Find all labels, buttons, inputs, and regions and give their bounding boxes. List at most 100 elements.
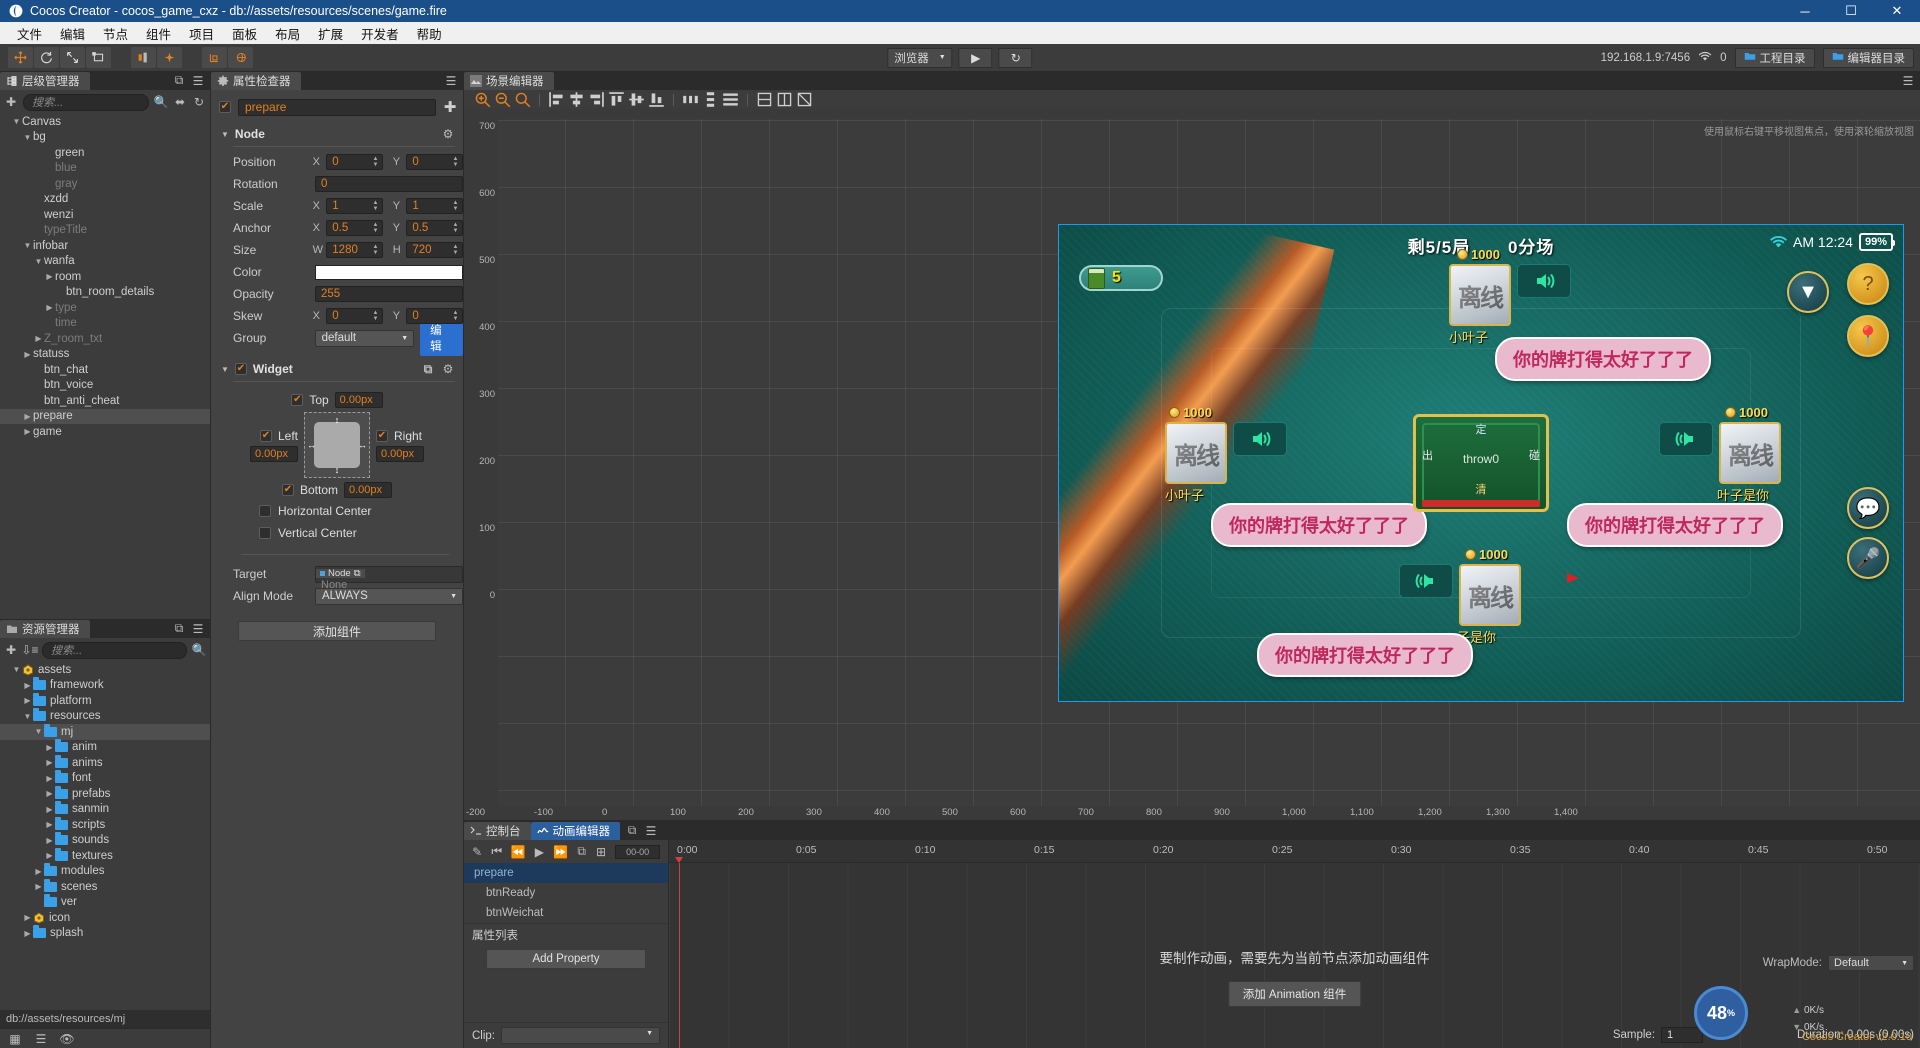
chevron-down-icon[interactable]: [33, 727, 44, 736]
timeline-body[interactable]: 要制作动画，需要先为当前节点添加动画组件 添加 Animation 组件 Wra…: [669, 857, 1920, 1048]
opacity-input[interactable]: 255: [315, 286, 463, 302]
distribute-h-icon[interactable]: [682, 92, 699, 107]
menu-item-extension[interactable]: 扩展: [309, 22, 352, 45]
asset-node-scripts[interactable]: scripts: [0, 816, 210, 833]
preview-target-select[interactable]: 浏览器 ▼: [887, 47, 953, 68]
refresh-button[interactable]: ↻: [998, 47, 1033, 68]
chevron-right-icon[interactable]: [22, 350, 33, 359]
world-coord-icon[interactable]: [228, 47, 253, 68]
hierarchy-node-z_room_txt[interactable]: Z_room_txt: [0, 331, 210, 347]
wrapmode-select[interactable]: Default: [1828, 955, 1914, 971]
tab-scene-editor[interactable]: 场景编辑器: [464, 72, 554, 90]
widget-right-input[interactable]: 0.00px: [376, 445, 424, 462]
help-icon[interactable]: ⧉: [421, 362, 435, 376]
play-button[interactable]: ▶: [958, 47, 993, 68]
chevron-right-icon[interactable]: [22, 913, 33, 922]
gizmo-1-icon[interactable]: [756, 92, 773, 107]
animation-row-btnready[interactable]: btnReady: [464, 883, 668, 903]
position-y-input[interactable]: 0 ▲ ▼: [406, 154, 463, 170]
widget-left-checkbox[interactable]: [259, 429, 272, 442]
chevron-right-icon[interactable]: [22, 929, 33, 938]
asset-node-prefabs[interactable]: prefabs: [0, 785, 210, 802]
menu-item-help[interactable]: 帮助: [408, 22, 451, 45]
add-property-button[interactable]: Add Property: [486, 949, 646, 969]
asset-node-framework[interactable]: framework: [0, 677, 210, 694]
expand-icon[interactable]: ⬌: [173, 95, 187, 109]
popout-icon[interactable]: ⧉: [172, 73, 186, 88]
seat-top-avatar[interactable]: 离线: [1449, 264, 1511, 326]
hierarchy-node-btn_room_details[interactable]: btn_room_details: [0, 285, 210, 301]
chevron-right-icon[interactable]: [44, 303, 55, 312]
stepper-icon[interactable]: ▲ ▼: [450, 221, 461, 235]
chevron-right-icon[interactable]: [22, 412, 33, 421]
rotation-input[interactable]: 0: [315, 176, 463, 192]
chevron-right-icon[interactable]: [33, 867, 44, 876]
chevron-right-icon[interactable]: [33, 882, 44, 891]
popout-icon[interactable]: ⧉: [577, 844, 587, 859]
align-center-h-icon[interactable]: [568, 92, 585, 107]
edit-icon[interactable]: ✎: [472, 845, 482, 859]
list-view-icon[interactable]: ☰: [34, 1032, 48, 1046]
chevron-down-icon[interactable]: [22, 712, 33, 721]
menu-icon[interactable]: ☰: [1901, 74, 1915, 88]
asset-node-resources[interactable]: resources: [0, 708, 210, 725]
asset-node-assets[interactable]: assets: [0, 662, 210, 678]
seat-top-voice-button[interactable]: [1517, 264, 1571, 298]
tab-hierarchy[interactable]: 层级管理器: [0, 72, 90, 90]
rect-tool-icon[interactable]: [86, 47, 111, 68]
chevron-right-icon[interactable]: [22, 427, 33, 436]
search-icon[interactable]: 🔍: [154, 95, 169, 109]
scale-tool-icon[interactable]: [60, 47, 85, 68]
button-microphone[interactable]: 🎤: [1847, 537, 1889, 579]
hierarchy-node-prepare[interactable]: prepare: [0, 408, 210, 424]
next-frame-icon[interactable]: ⏩: [553, 845, 568, 859]
hierarchy-node-btn_anti_cheat[interactable]: btn_anti_cheat: [0, 393, 210, 409]
gizmo-3-icon[interactable]: [796, 92, 813, 107]
chevron-down-icon[interactable]: [33, 257, 44, 266]
hierarchy-node-gray[interactable]: gray: [0, 176, 210, 192]
asset-node-sounds[interactable]: sounds: [0, 832, 210, 849]
stepper-icon[interactable]: ▲ ▼: [450, 199, 461, 213]
stepper-icon[interactable]: ▲ ▼: [370, 221, 381, 235]
hierarchy-node-room[interactable]: room: [0, 269, 210, 285]
menu-item-panel[interactable]: 面板: [223, 22, 266, 45]
asset-node-modules[interactable]: modules: [0, 863, 210, 880]
node-name-input[interactable]: prepare: [238, 98, 436, 116]
stepper-icon[interactable]: ▲ ▼: [370, 309, 381, 323]
widget-top-checkbox[interactable]: [291, 394, 304, 406]
widget-enabled-checkbox[interactable]: [234, 363, 247, 375]
chevron-right-icon[interactable]: [44, 836, 55, 845]
color-swatch[interactable]: [315, 264, 463, 280]
hierarchy-node-wenzi[interactable]: wenzi: [0, 207, 210, 223]
align-top-icon[interactable]: [608, 92, 625, 107]
hierarchy-node-xzdd[interactable]: xzdd: [0, 192, 210, 208]
sort-icon[interactable]: ⇩≡: [21, 643, 38, 657]
minimize-button[interactable]: ─: [1782, 0, 1828, 22]
button-location[interactable]: 📍: [1847, 315, 1889, 357]
menu-item-file[interactable]: 文件: [8, 22, 51, 45]
add-component-button[interactable]: 添加组件: [238, 621, 436, 641]
timeline-ruler[interactable]: 0:00 0:05 0:10 0:15 0:20 0:25 0:30 0:35 0:40 0:45…: [669, 840, 1920, 863]
hierarchy-node-canvas[interactable]: Canvas: [0, 114, 210, 130]
node-section-header[interactable]: ▼ Node ⚙: [211, 122, 463, 145]
chevron-down-icon[interactable]: [22, 133, 33, 142]
add-node-icon[interactable]: ✚: [4, 95, 18, 109]
animation-node-rows[interactable]: prepare btnReady btnWeichat: [464, 863, 668, 923]
widget-bottom-input[interactable]: 0.00px: [344, 482, 392, 498]
widget-target-input[interactable]: Node ⧉ None: [315, 565, 463, 591]
seat-bottom-avatar[interactable]: 离线: [1459, 564, 1521, 626]
chevron-right-icon[interactable]: [33, 334, 44, 343]
pivot-pivot-icon[interactable]: [157, 47, 182, 68]
chevron-down-icon[interactable]: [11, 117, 22, 126]
search-icon[interactable]: 🔍: [192, 643, 207, 657]
seat-left-voice-button[interactable]: [1233, 422, 1287, 456]
seat-left-avatar[interactable]: 离线: [1165, 422, 1227, 484]
button-chevron-down[interactable]: ▼: [1787, 271, 1829, 313]
gizmo-2-icon[interactable]: [776, 92, 793, 107]
menu-icon[interactable]: ☰: [191, 74, 205, 88]
asset-node-icon[interactable]: icon: [0, 910, 210, 926]
asset-node-ver[interactable]: ver: [0, 894, 210, 911]
local-coord-icon[interactable]: [202, 47, 227, 68]
group-edit-button[interactable]: 编辑: [420, 320, 463, 356]
anchor-x-input[interactable]: 0.5 ▲ ▼: [326, 220, 383, 236]
